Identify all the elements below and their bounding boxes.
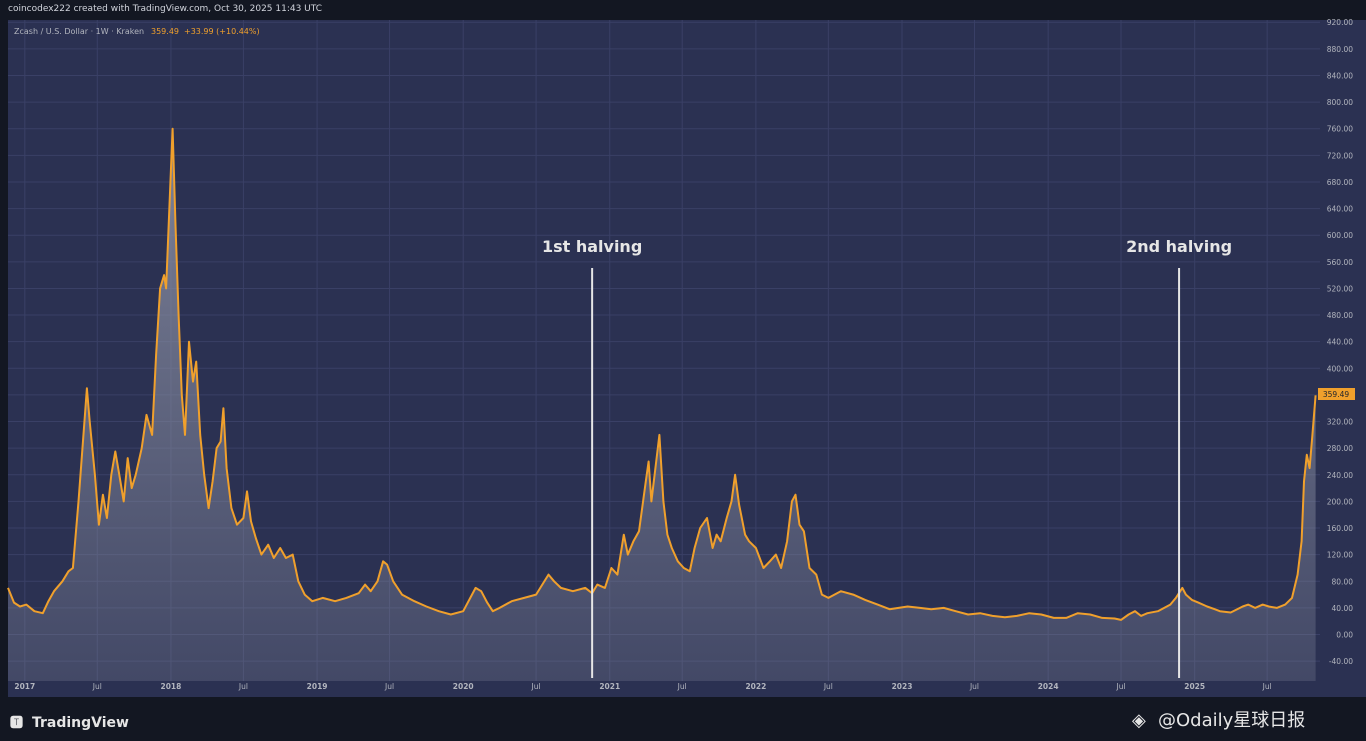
watermark-text: @Odaily星球日报 bbox=[1158, 710, 1306, 731]
legend-change: +33.99 (+10.44%) bbox=[184, 27, 260, 36]
x-tick-label: Jul bbox=[677, 682, 687, 691]
legend: Zcash / U.S. Dollar · 1W · Kraken 359.49… bbox=[14, 27, 260, 36]
y-tick-label: 440.00 bbox=[1327, 338, 1353, 347]
y-tick-label: 520.00 bbox=[1327, 284, 1353, 293]
x-tick-label: Jul bbox=[1262, 682, 1272, 691]
last-price-tag: 359.49 bbox=[1318, 388, 1355, 400]
y-tick-label: 0.00 bbox=[1336, 631, 1353, 640]
y-tick-label: 480.00 bbox=[1327, 311, 1353, 320]
y-tick-label: 800.00 bbox=[1327, 98, 1353, 107]
x-tick-label: Jul bbox=[238, 682, 248, 691]
legend-symbol: Zcash / U.S. Dollar · 1W · Kraken bbox=[14, 27, 144, 36]
x-tick-label: 2018 bbox=[161, 682, 182, 691]
x-tick-label: 2020 bbox=[453, 682, 474, 691]
tradingview-brand: TradingView bbox=[32, 715, 129, 731]
y-tick-label: 400.00 bbox=[1327, 364, 1353, 373]
diamond-logo-icon: ◈ bbox=[1132, 710, 1146, 731]
y-axis-background bbox=[1320, 20, 1366, 697]
y-tick-label: 640.00 bbox=[1327, 205, 1353, 214]
x-tick-label: Jul bbox=[92, 682, 102, 691]
y-tick-label: 560.00 bbox=[1327, 258, 1353, 267]
x-tick-label: 2017 bbox=[14, 682, 35, 691]
x-tick-label: 2024 bbox=[1038, 682, 1059, 691]
y-tick-label: 680.00 bbox=[1327, 178, 1353, 187]
x-tick-label: 2021 bbox=[599, 682, 620, 691]
x-tick-label: Jul bbox=[384, 682, 394, 691]
y-tick-label: 160.00 bbox=[1327, 524, 1353, 533]
x-tick-label: Jul bbox=[531, 682, 541, 691]
y-tick-label: 80.00 bbox=[1332, 577, 1354, 586]
x-tick-label: Jul bbox=[1115, 682, 1125, 691]
x-tick-label: 2025 bbox=[1184, 682, 1205, 691]
legend-last-price: 359.49 bbox=[151, 27, 179, 36]
x-tick-label: Jul bbox=[969, 682, 979, 691]
tradingview-logo: 🆃 TradingView bbox=[10, 712, 129, 731]
x-tick-label: Jul bbox=[823, 682, 833, 691]
y-tick-label: 720.00 bbox=[1327, 151, 1353, 160]
y-tick-label: 200.00 bbox=[1327, 497, 1353, 506]
x-tick-label: 2023 bbox=[892, 682, 913, 691]
x-tick-label: 2022 bbox=[745, 682, 766, 691]
y-tick-label: 240.00 bbox=[1327, 471, 1353, 480]
halving-label: 2nd halving bbox=[1126, 237, 1232, 256]
y-tick-label: 280.00 bbox=[1327, 444, 1353, 453]
halving-label: 1st halving bbox=[542, 237, 642, 256]
y-tick-label: 120.00 bbox=[1327, 551, 1353, 560]
price-tag-text: 359.49 bbox=[1323, 390, 1349, 399]
y-tick-label: -40.00 bbox=[1329, 657, 1353, 666]
y-tick-label: 880.00 bbox=[1327, 45, 1353, 54]
x-tick-label: 2019 bbox=[307, 682, 328, 691]
y-tick-label: 40.00 bbox=[1332, 604, 1354, 613]
tradingview-mark-icon: 🆃 bbox=[10, 716, 23, 731]
y-tick-label: 760.00 bbox=[1327, 125, 1353, 134]
y-tick-label: 320.00 bbox=[1327, 418, 1353, 427]
y-tick-label: 920.00 bbox=[1327, 18, 1353, 27]
y-tick-label: 840.00 bbox=[1327, 71, 1353, 80]
y-tick-label: 600.00 bbox=[1327, 231, 1353, 240]
odaily-watermark: ◈ @Odaily星球日报 bbox=[1132, 706, 1305, 732]
price-chart: 1st halving 2nd halving 920.00 880.00 840.0… bbox=[7, 18, 1366, 697]
